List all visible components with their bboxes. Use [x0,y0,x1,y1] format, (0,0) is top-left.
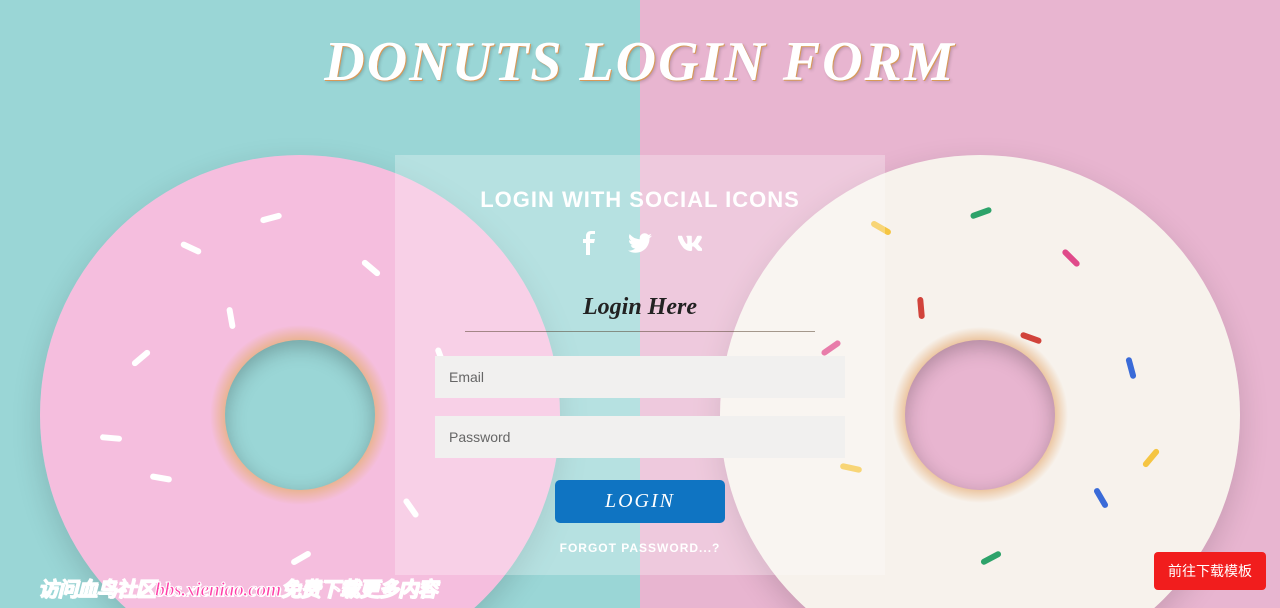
vk-icon[interactable] [678,231,702,260]
facebook-icon[interactable] [578,231,602,260]
watermark-text: 访问血鸟社区bbs.xieniao.com免费下载更多内容 [38,573,437,602]
email-field[interactable] [435,356,845,398]
login-button[interactable]: LOGIN [555,480,725,523]
download-template-button[interactable]: 前往下载模板 [1154,552,1266,590]
social-heading: LOGIN WITH SOCIAL ICONS [435,187,845,213]
login-card: LOGIN WITH SOCIAL ICONS Login Here LOGIN… [395,155,885,575]
password-field[interactable] [435,416,845,458]
login-here-heading: Login Here [465,294,815,332]
background: DONUTS LOGIN FORM LOGIN WITH SOCIAL ICON… [0,0,1280,608]
page-title: DONUTS LOGIN FORM [0,30,1280,94]
social-icons-row [435,231,845,260]
twitter-icon[interactable] [628,231,652,260]
forgot-password-link[interactable]: FORGOT PASSWORD...? [435,541,845,555]
